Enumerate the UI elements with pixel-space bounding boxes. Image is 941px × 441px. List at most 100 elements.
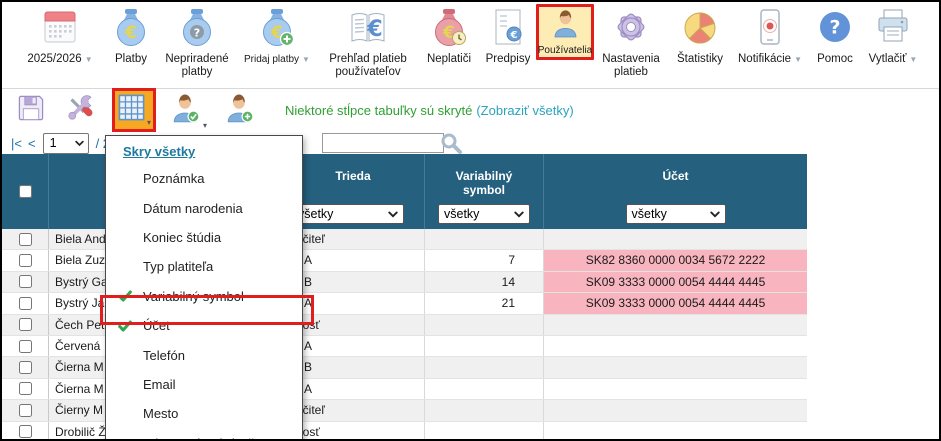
row-checkbox[interactable] bbox=[19, 318, 32, 331]
column-menu-items: PoznámkaDátum narodeniaKoniec štúdia Typ … bbox=[106, 164, 302, 441]
dropdown-arrow-icon: ▼ bbox=[909, 55, 917, 64]
column-menu-item-telefon[interactable]: Telefón bbox=[106, 340, 302, 369]
toolbar-item-neplatici[interactable]: €Neplatiči bbox=[418, 2, 480, 66]
toolbar-item-label: Nepriradené platby bbox=[158, 53, 236, 79]
user-add-icon bbox=[222, 91, 256, 130]
first-page-button[interactable]: |< bbox=[11, 136, 22, 151]
column-menu-item-label: Variabilný symbol bbox=[143, 289, 244, 304]
save-button[interactable] bbox=[14, 91, 48, 130]
page-select[interactable]: 1 bbox=[43, 133, 89, 154]
main-toolbar: 2025/2026▼ € Platby ?Nepriradené platby€Pri… bbox=[2, 2, 939, 89]
toolbar-item-label: Štatistiky bbox=[677, 53, 723, 66]
column-menu-item-datum-narodenia[interactable]: Dátum narodenia bbox=[106, 193, 302, 222]
chevron-down-icon bbox=[75, 140, 84, 147]
dropdown-arrow-icon: ▼ bbox=[302, 55, 310, 64]
row-checkbox[interactable] bbox=[19, 361, 32, 374]
show-all-columns-link[interactable]: (Zobraziť všetky) bbox=[476, 103, 573, 118]
cell-vs bbox=[425, 400, 544, 420]
header-variabilny-symbol-cell[interactable]: Variabilný symbol všetky bbox=[425, 154, 544, 229]
cell-vs: 21 bbox=[425, 293, 544, 313]
row-checkbox[interactable] bbox=[19, 404, 32, 417]
tools-button[interactable] bbox=[63, 91, 97, 130]
toolbar-item-predpisy[interactable]: €Predpisy bbox=[480, 2, 536, 66]
toolbar-item-label: Neplatiči bbox=[427, 53, 471, 66]
column-menu-item-zdravotna-poistovna[interactable]: Zdravotná poisťovňa bbox=[106, 429, 302, 441]
row-checkbox[interactable] bbox=[19, 297, 32, 310]
column-visibility-menu: Skry všetky PoznámkaDátum narodeniaKonie… bbox=[105, 135, 303, 441]
toolbar-item-label: Pomoc bbox=[817, 53, 853, 66]
toolbar-item-label: 2025/2026▼ bbox=[27, 53, 92, 66]
toolbar-item-statistiky[interactable]: Štatistiky bbox=[668, 2, 732, 66]
column-menu-item-ucet[interactable]: Účet bbox=[106, 311, 302, 340]
prev-page-button[interactable]: < bbox=[28, 136, 36, 151]
toolbar-item-vytlacit[interactable]: Vytlačiť▼ bbox=[862, 2, 924, 66]
columns-icon bbox=[117, 93, 146, 127]
cell-trieda: 4.A bbox=[282, 250, 425, 270]
column-menu-item-variabilny-symbol[interactable]: Variabilný symbol bbox=[106, 282, 302, 311]
cell-ucet bbox=[544, 229, 807, 249]
variabilny-symbol-filter-select[interactable]: všetky bbox=[438, 204, 530, 224]
toolbar-item-2025-2026[interactable]: 2025/2026▼ bbox=[16, 2, 104, 66]
ucet-filter-select[interactable]: všetky bbox=[626, 204, 726, 224]
toolbar-item-label: Platby bbox=[115, 53, 147, 66]
cell-trieda: 4.A bbox=[282, 293, 425, 313]
tools-icon bbox=[63, 91, 97, 130]
cell-vs bbox=[425, 422, 544, 441]
cell-ucet bbox=[544, 315, 807, 335]
header-ucet-cell[interactable]: Účet všetky bbox=[544, 154, 807, 229]
toolbar-item-nepriradene-platby[interactable]: ?Nepriradené platby bbox=[158, 2, 236, 79]
check-icon bbox=[117, 288, 139, 304]
cell-ucet: SK09 3333 0000 0054 4444 4445 bbox=[544, 293, 807, 313]
action-toolbar: ▾ ▾ Niektoré stĺpce tabuľky sú skryté (Zo… bbox=[2, 89, 939, 131]
toolbar-item-pouzivatelia[interactable]: Používatelia bbox=[536, 4, 594, 60]
svg-text:€: € bbox=[124, 23, 137, 43]
hide-all-columns-link[interactable]: Skry všetky bbox=[123, 144, 195, 159]
column-menu-item-label: Telefón bbox=[143, 348, 185, 363]
column-menu-item-email[interactable]: Email bbox=[106, 370, 302, 399]
cell-trieda: Učiteľ bbox=[282, 400, 425, 420]
row-checkbox[interactable] bbox=[19, 382, 32, 395]
search-input[interactable] bbox=[322, 133, 444, 153]
cell-trieda: Hosť bbox=[282, 315, 425, 335]
header-trieda-cell[interactable]: Trieda všetky bbox=[282, 154, 425, 229]
toolbar-item-platby[interactable]: € Platby bbox=[104, 2, 158, 66]
trieda-filter-select[interactable]: všetky bbox=[292, 204, 404, 224]
dropdown-arrow-icon: ▾ bbox=[203, 121, 207, 130]
app-window: 2025/2026▼ € Platby ?Nepriradené platby€Pri… bbox=[0, 0, 941, 441]
toolbar-item-label: Predpisy bbox=[486, 53, 531, 66]
header-checkbox-cell bbox=[2, 154, 49, 229]
printer-icon bbox=[871, 5, 915, 54]
column-menu-item-label: Zdravotná poisťovňa bbox=[143, 436, 262, 441]
toolbar-item-pridaj-platby[interactable]: €Pridaj platby▼ bbox=[236, 2, 318, 66]
column-menu-item-label: Email bbox=[143, 377, 176, 392]
toolbar-item-nastavenia-platieb[interactable]: Nastavenia platieb bbox=[594, 2, 668, 79]
row-checkbox[interactable] bbox=[19, 340, 32, 353]
user-confirm-button[interactable]: ▾ bbox=[168, 91, 207, 130]
toolbar-item-notifikacie[interactable]: Notifikácie▼ bbox=[732, 2, 808, 66]
columns-button[interactable]: ▾ bbox=[112, 88, 156, 132]
cell-trieda: 5.B bbox=[282, 272, 425, 292]
column-menu-item-label: Typ platiteľa bbox=[143, 259, 213, 274]
row-checkbox[interactable] bbox=[19, 233, 32, 246]
row-checkbox[interactable] bbox=[19, 254, 32, 267]
user-add-button[interactable] bbox=[222, 91, 256, 130]
cell-trieda: 4.A bbox=[282, 336, 425, 356]
toolbar-item-prehlad-platieb-pouzivatelov[interactable]: €Prehľad platieb používateľov bbox=[318, 2, 418, 79]
row-checkbox[interactable] bbox=[19, 425, 32, 438]
hidden-columns-message: Niektoré stĺpce tabuľky sú skryté bbox=[285, 103, 472, 118]
toolbar-item-label: Prehľad platieb používateľov bbox=[318, 53, 418, 79]
select-all-checkbox[interactable] bbox=[19, 185, 32, 198]
toolbar-item-label: Vytlačiť▼ bbox=[869, 53, 918, 66]
column-menu-item-mesto[interactable]: Mesto bbox=[106, 399, 302, 428]
gear-icon bbox=[609, 5, 653, 54]
toolbar-item-pomoc[interactable]: ?Pomoc bbox=[808, 2, 862, 66]
user-confirm-icon bbox=[168, 91, 202, 130]
vs-filter-value: všetky bbox=[444, 207, 479, 221]
row-checkbox[interactable] bbox=[19, 275, 32, 288]
check-icon bbox=[117, 318, 139, 334]
cell-ucet: SK09 3333 0000 0054 4444 4445 bbox=[544, 272, 807, 292]
column-menu-item-koniec-studia[interactable]: Koniec štúdia bbox=[106, 223, 302, 252]
cell-trieda: Učiteľ bbox=[282, 229, 425, 249]
column-menu-item-poznamka[interactable]: Poznámka bbox=[106, 164, 302, 193]
column-menu-item-typ-platitela[interactable]: Typ platiteľa bbox=[106, 252, 302, 281]
